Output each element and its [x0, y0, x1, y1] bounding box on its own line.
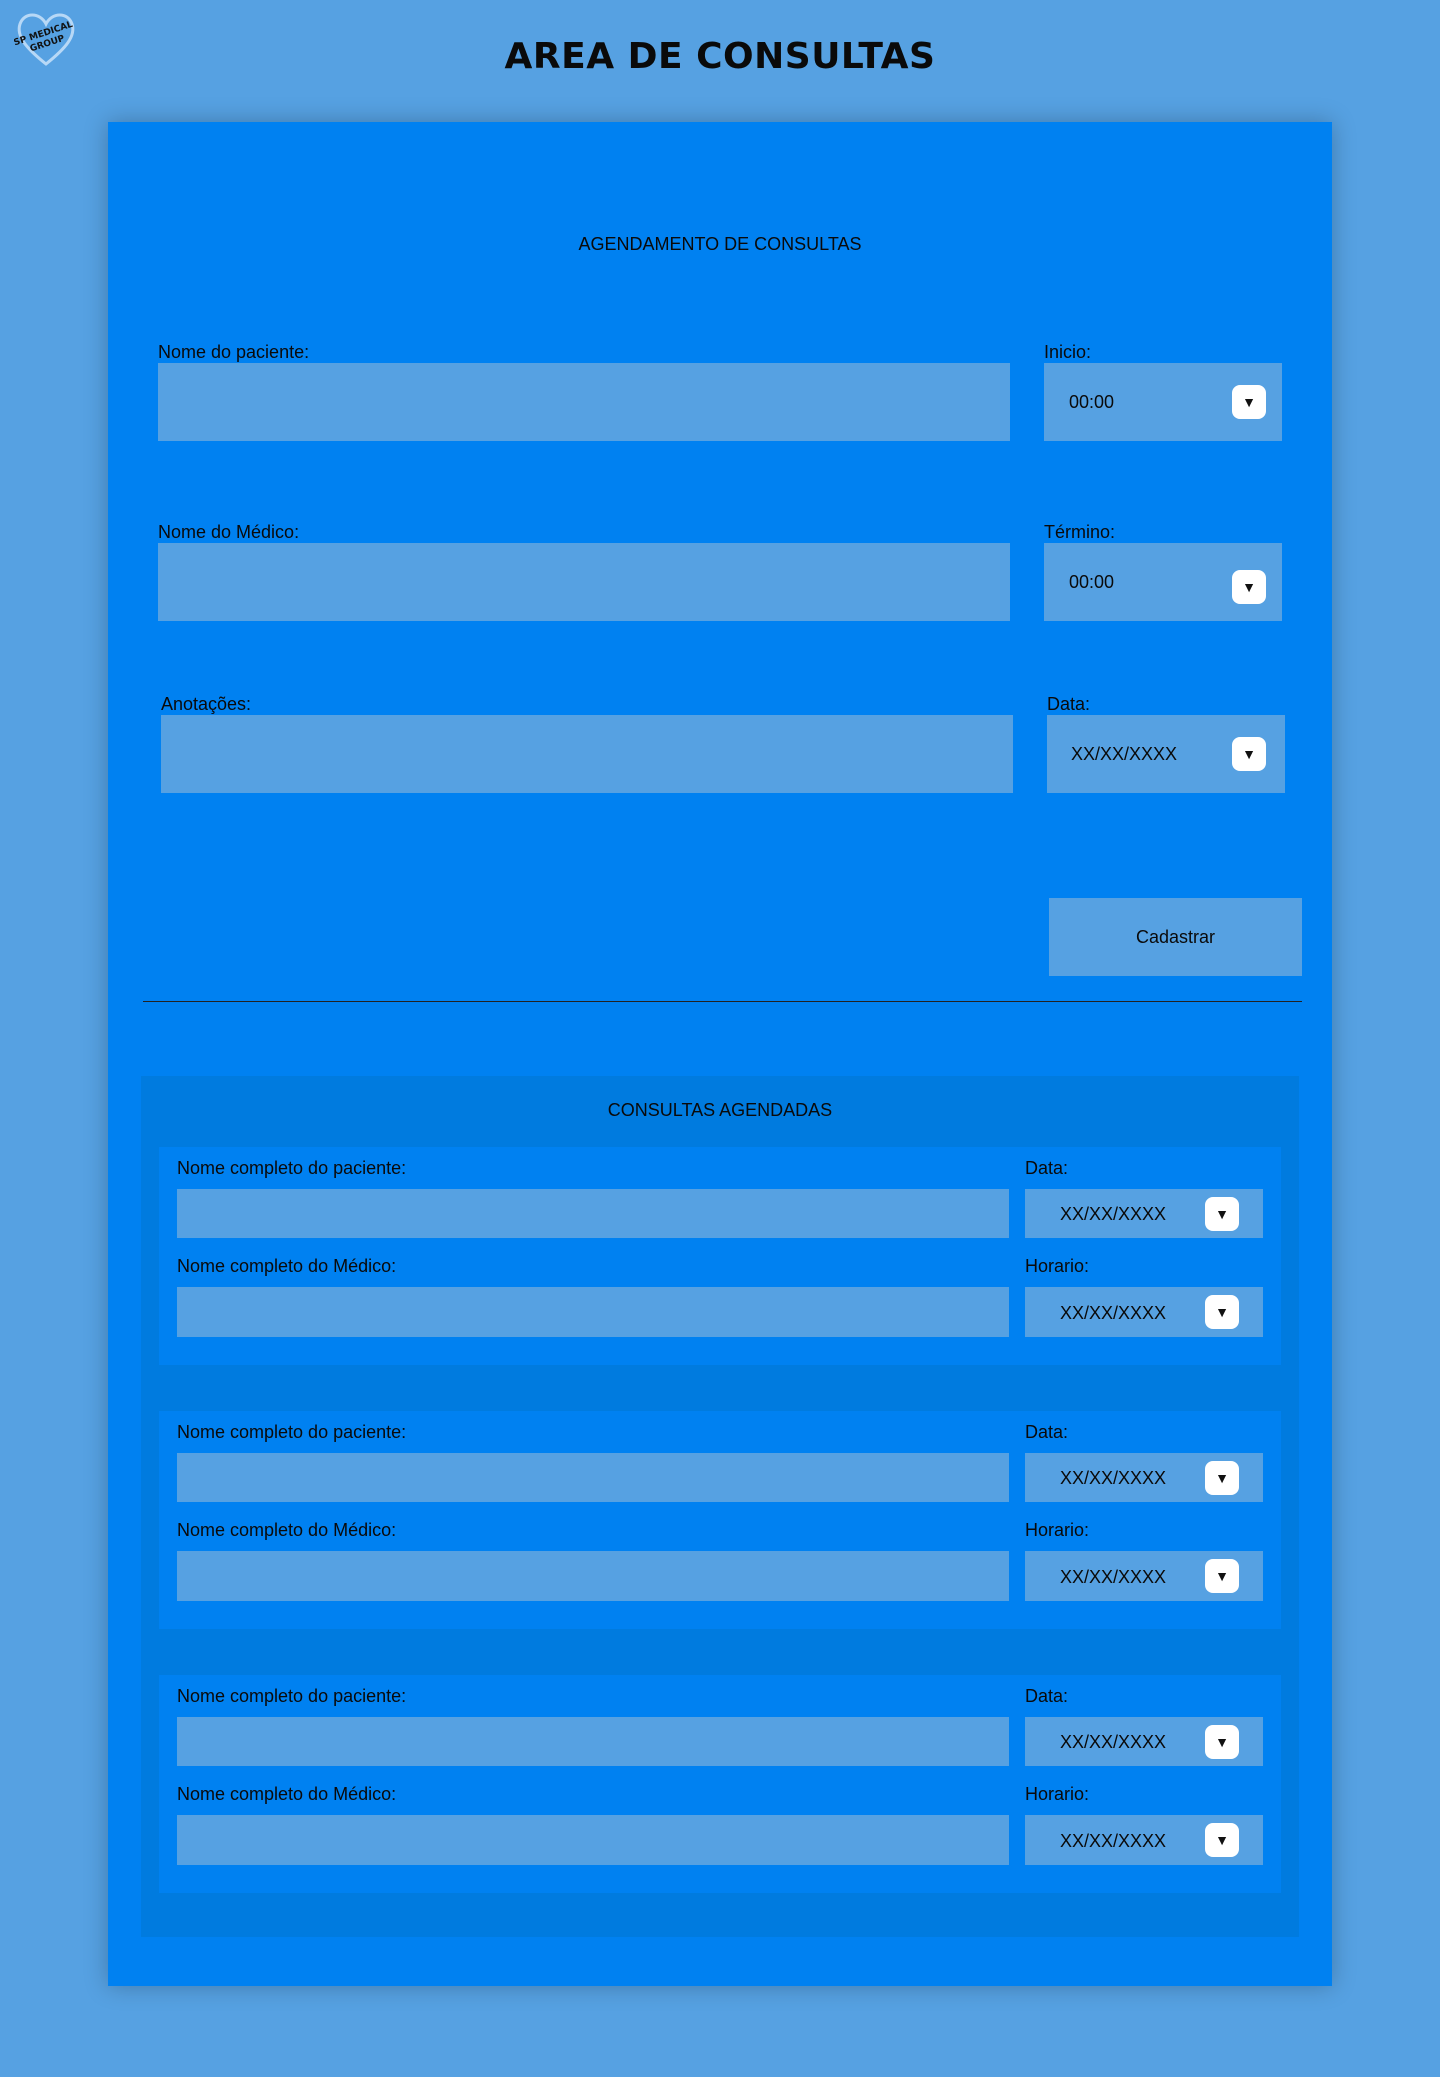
- caret-down-icon[interactable]: ▼: [1232, 737, 1266, 771]
- card-date-value: XX/XX/XXXX: [1060, 1204, 1167, 1224]
- card-patient-input[interactable]: [177, 1453, 1009, 1502]
- date-value: XX/XX/XXXX: [1071, 744, 1178, 764]
- register-button[interactable]: Cadastrar: [1049, 898, 1302, 976]
- card-doctor-input[interactable]: [177, 1551, 1009, 1601]
- card-date-select[interactable]: XX/XX/XXXX ▼: [1025, 1717, 1263, 1766]
- caret-down-icon[interactable]: ▼: [1232, 570, 1266, 604]
- card-patient-label: Nome completo do paciente:: [177, 1686, 407, 1706]
- card-doctor-input[interactable]: [177, 1287, 1009, 1337]
- card-date-value: XX/XX/XXXX: [1060, 1468, 1167, 1488]
- card-time-value: XX/XX/XXXX: [1060, 1567, 1167, 1587]
- card-date-label: Data:: [1025, 1158, 1069, 1178]
- start-time-label: Inicio:: [1044, 342, 1092, 362]
- page-title: AREA DE CONSULTAS: [504, 36, 936, 77]
- card-doctor-input[interactable]: [177, 1815, 1009, 1865]
- end-time-select[interactable]: 00:00 ▼: [1044, 543, 1282, 621]
- card-patient-input[interactable]: [177, 1189, 1009, 1238]
- date-label: Data:: [1047, 694, 1091, 714]
- caret-down-icon[interactable]: ▼: [1205, 1461, 1239, 1495]
- card-doctor-label: Nome completo do Médico:: [177, 1784, 397, 1804]
- card-time-label: Horario:: [1025, 1256, 1090, 1276]
- appointment-card: Nome completo do paciente: Nome completo…: [159, 1147, 1281, 1365]
- card-date-value: XX/XX/XXXX: [1060, 1732, 1167, 1752]
- card-doctor-label: Nome completo do Médico:: [177, 1256, 397, 1276]
- caret-down-icon[interactable]: ▼: [1205, 1295, 1239, 1329]
- card-date-select[interactable]: XX/XX/XXXX ▼: [1025, 1189, 1263, 1238]
- card-time-select[interactable]: XX/XX/XXXX ▼: [1025, 1815, 1263, 1865]
- caret-down-icon[interactable]: ▼: [1232, 385, 1266, 419]
- card-time-value: XX/XX/XXXX: [1060, 1303, 1167, 1323]
- card-doctor-label: Nome completo do Médico:: [177, 1520, 397, 1540]
- patient-name-label: Nome do paciente:: [158, 342, 310, 362]
- card-time-select[interactable]: XX/XX/XXXX ▼: [1025, 1551, 1263, 1601]
- card-patient-label: Nome completo do paciente:: [177, 1422, 407, 1442]
- caret-down-icon[interactable]: ▼: [1205, 1197, 1239, 1231]
- list-heading: CONSULTAS AGENDADAS: [607, 1100, 833, 1120]
- caret-down-icon[interactable]: ▼: [1205, 1725, 1239, 1759]
- card-date-select[interactable]: XX/XX/XXXX ▼: [1025, 1453, 1263, 1502]
- section-divider: [143, 1001, 1302, 1002]
- card-date-label: Data:: [1025, 1686, 1069, 1706]
- main-panel: AGENDAMENTO DE CONSULTAS Nome do pacient…: [108, 122, 1332, 1986]
- start-time-select[interactable]: 00:00 ▼: [1044, 363, 1282, 441]
- end-time-label: Término:: [1044, 522, 1116, 542]
- doctor-name-input[interactable]: [158, 543, 1010, 621]
- appointment-card: Nome completo do paciente: Nome completo…: [159, 1411, 1281, 1629]
- card-time-value: XX/XX/XXXX: [1060, 1831, 1167, 1851]
- patient-name-input[interactable]: [158, 363, 1010, 441]
- card-time-select[interactable]: XX/XX/XXXX ▼: [1025, 1287, 1263, 1337]
- start-time-value: 00:00: [1069, 392, 1115, 412]
- caret-down-icon[interactable]: ▼: [1205, 1823, 1239, 1857]
- card-time-label: Horario:: [1025, 1784, 1090, 1804]
- date-select[interactable]: XX/XX/XXXX ▼: [1047, 715, 1285, 793]
- notes-input[interactable]: [161, 715, 1013, 793]
- appointment-card: Nome completo do paciente: Nome completo…: [159, 1675, 1281, 1893]
- scheduled-list: CONSULTAS AGENDADAS Nome completo do pac…: [141, 1076, 1299, 1937]
- form-heading: AGENDAMENTO DE CONSULTAS: [578, 234, 862, 254]
- card-patient-input[interactable]: [177, 1717, 1009, 1766]
- notes-label: Anotações:: [161, 694, 252, 714]
- card-date-label: Data:: [1025, 1422, 1069, 1442]
- card-patient-label: Nome completo do paciente:: [177, 1158, 407, 1178]
- doctor-name-label: Nome do Médico:: [158, 522, 300, 542]
- caret-down-icon[interactable]: ▼: [1205, 1559, 1239, 1593]
- end-time-value: 00:00: [1069, 572, 1115, 592]
- card-time-label: Horario:: [1025, 1520, 1090, 1540]
